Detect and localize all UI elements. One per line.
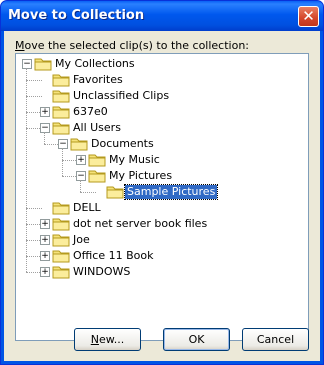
tree-item-label: Sample Pictures (123, 184, 219, 200)
collapse-icon[interactable]: − (76, 171, 86, 181)
new-button-label: New... (91, 333, 124, 346)
tree-item-label: My Collections (55, 57, 135, 70)
expand-icon[interactable]: + (40, 267, 50, 277)
tree-item[interactable]: Favorites (16, 72, 306, 88)
folder-icon (70, 136, 88, 151)
tree-item[interactable]: + dot net server book files (16, 216, 306, 232)
ok-button-label: OK (188, 333, 205, 346)
folder-icon (52, 248, 70, 263)
tree-item[interactable]: Sample Pictures (16, 184, 306, 200)
tree-connector (26, 80, 42, 81)
folder-icon (34, 56, 52, 71)
close-button[interactable]: ✕ (298, 6, 319, 27)
tree-item[interactable]: − Documents (16, 136, 306, 152)
tree-connector (80, 180, 81, 192)
tree-item[interactable]: + Joe (16, 232, 306, 248)
tree-item[interactable]: +637e0 (16, 104, 306, 120)
folder-icon (52, 200, 70, 215)
new-button-rest: ew... (98, 333, 125, 346)
expand-icon[interactable]: + (40, 235, 50, 245)
title-bar[interactable]: Move to Collection ✕ (1, 1, 323, 31)
tree-connector (62, 148, 63, 176)
prompt-text: ove the selected clip(s) to the collecti… (24, 39, 250, 52)
collapse-icon[interactable]: − (22, 59, 32, 69)
folder-icon (106, 184, 124, 199)
tree-connector (26, 96, 42, 97)
folder-icon (88, 152, 106, 167)
ok-button[interactable]: OK (163, 328, 230, 351)
tree-item[interactable]: + WINDOWS (16, 264, 306, 280)
tree-connector (26, 208, 42, 209)
dialog-window: Move to Collection ✕ Move the selected c… (0, 0, 324, 365)
tree-connector (26, 68, 27, 272)
tree-connector (44, 132, 45, 144)
tree-item-label: 637e0 (73, 105, 108, 118)
folder-icon (52, 88, 70, 103)
tree-item-label: My Pictures (109, 169, 173, 182)
tree-item-label: Unclassified Clips (73, 89, 170, 102)
expand-icon[interactable]: + (40, 107, 50, 117)
folder-icon (52, 120, 70, 135)
cancel-button-label: Cancel (256, 333, 295, 346)
window-title: Move to Collection (8, 8, 145, 23)
close-icon: ✕ (302, 7, 315, 25)
prompt-accelerator: M (15, 39, 25, 52)
collection-prompt: Move the selected clip(s) to the collect… (15, 39, 249, 52)
tree-item-label: DELL (73, 201, 101, 214)
tree-item[interactable]: + My Music (16, 152, 306, 168)
tree-item[interactable]: − My Collections (16, 56, 306, 72)
tree-item-label: Favorites (73, 73, 123, 86)
folder-icon (52, 72, 70, 87)
tree-item-label: All Users (73, 121, 121, 134)
folder-icon (52, 232, 70, 247)
cancel-button[interactable]: Cancel (242, 328, 309, 351)
tree-item[interactable]: − All Users (16, 120, 306, 136)
tree-connector (80, 192, 96, 193)
tree-item-label: Office 11 Book (73, 249, 154, 262)
folder-icon (52, 216, 70, 231)
tree-item-label: Documents (91, 137, 154, 150)
tree-item-label: WINDOWS (73, 265, 131, 278)
collapse-icon[interactable]: − (58, 139, 68, 149)
tree-item[interactable]: DELL (16, 200, 306, 216)
folder-icon (52, 104, 70, 119)
expand-icon[interactable]: + (40, 219, 50, 229)
new-button[interactable]: New... (74, 328, 141, 351)
folder-icon (88, 168, 106, 183)
dialog-body: Move the selected clip(s) to the collect… (4, 31, 320, 361)
tree-item-label: dot net server book files (73, 217, 208, 230)
tree-item[interactable]: + Office 11 Book (16, 248, 306, 264)
new-button-accelerator: N (90, 333, 99, 346)
tree-item[interactable]: Unclassified Clips (16, 88, 306, 104)
tree-item[interactable]: − My Pictures (16, 168, 306, 184)
tree-item-label: Joe (73, 233, 90, 246)
collection-tree[interactable]: − My Collections Favorites Unclassified Cli… (15, 53, 309, 341)
collapse-icon[interactable]: − (40, 123, 50, 133)
expand-icon[interactable]: + (76, 155, 86, 165)
folder-icon (52, 264, 70, 279)
expand-icon[interactable]: + (40, 251, 50, 261)
tree-item-label: My Music (109, 153, 160, 166)
